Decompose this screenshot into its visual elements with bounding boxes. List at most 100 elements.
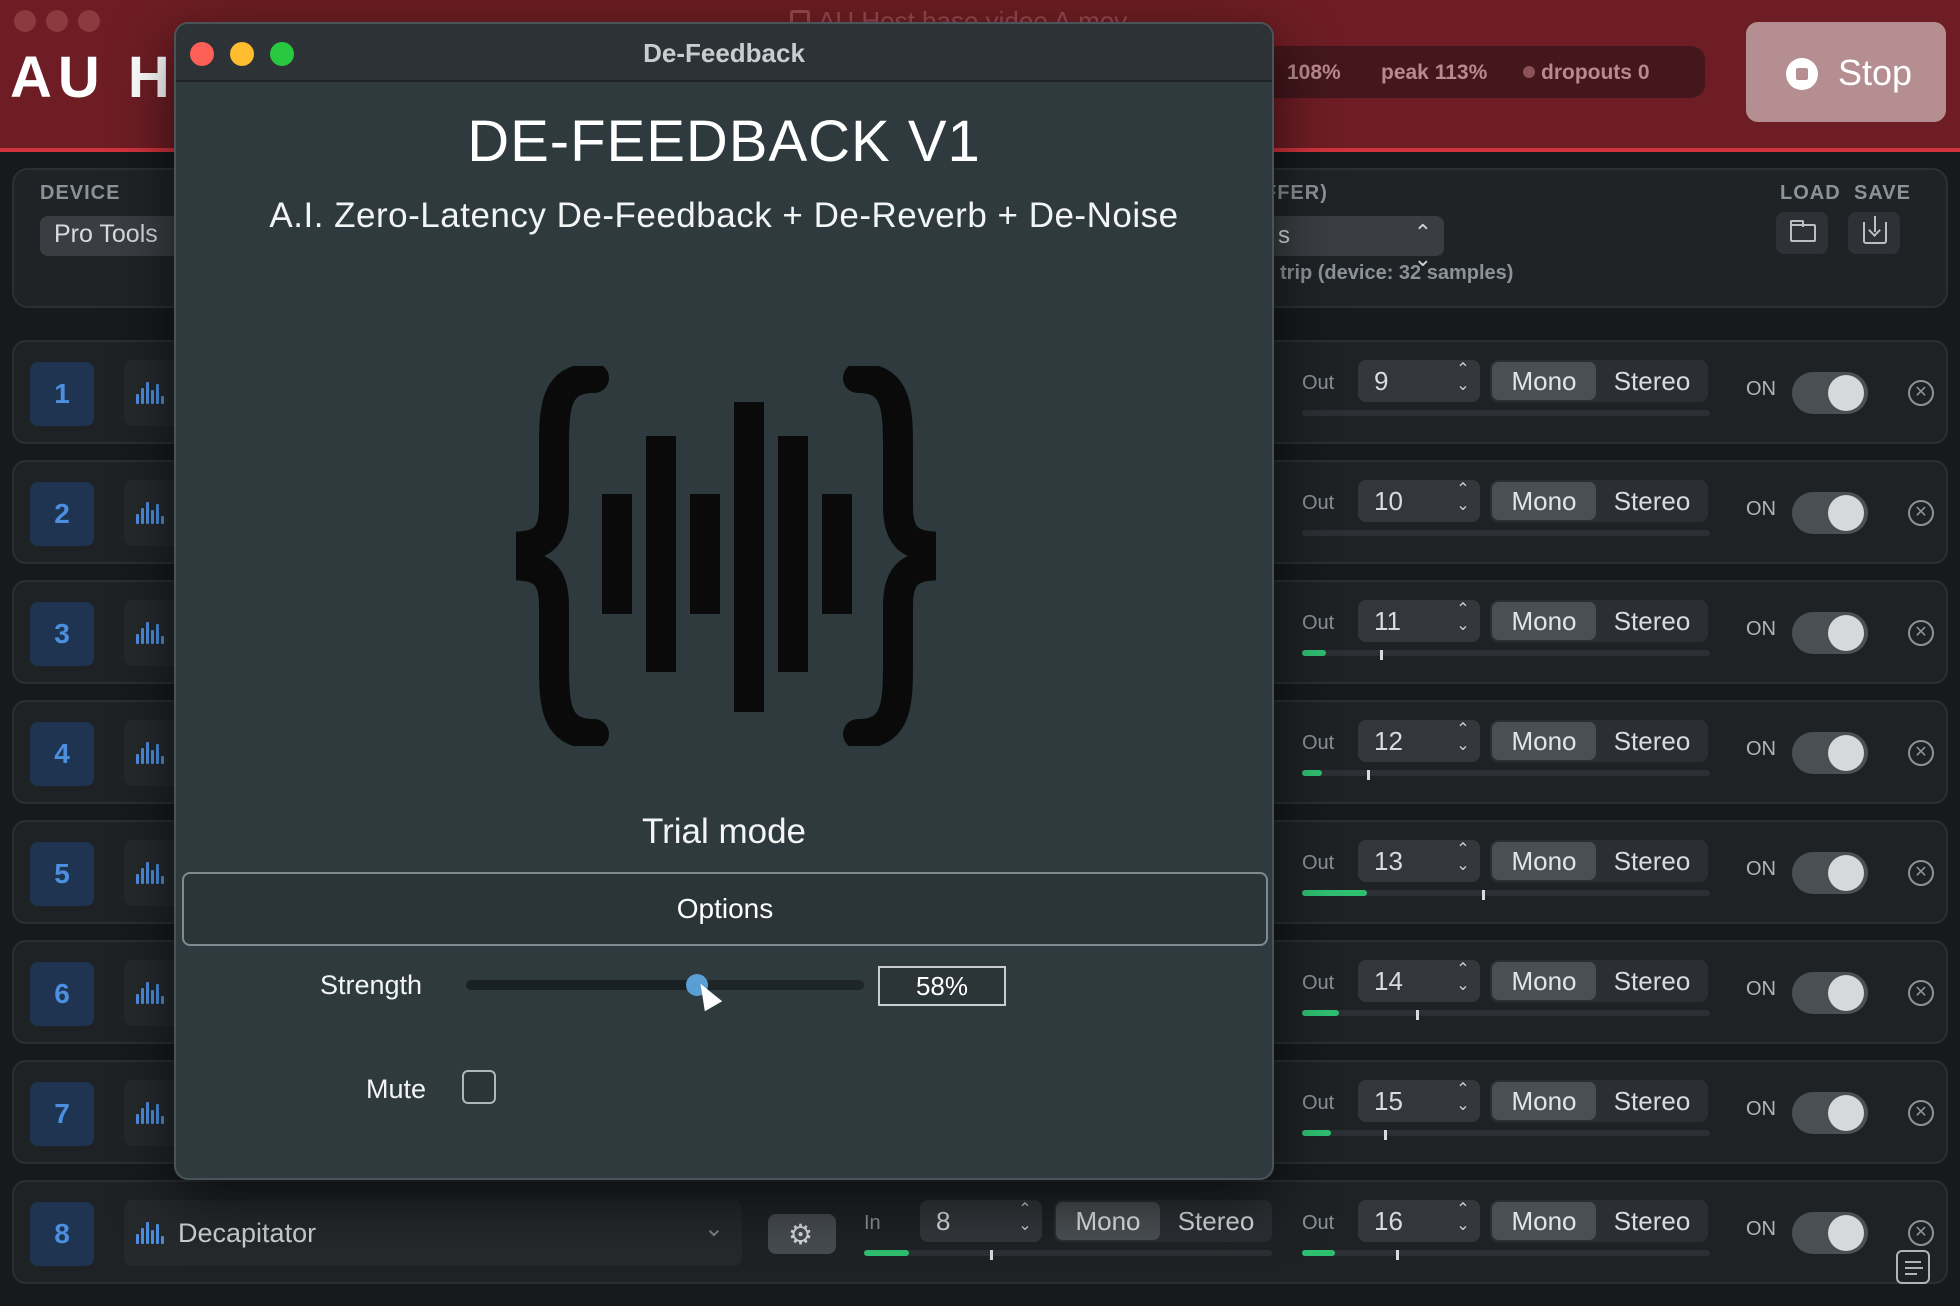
buffer-select[interactable]: s ⌃ ⌄ <box>1264 216 1444 271</box>
host-close-button[interactable] <box>14 10 36 32</box>
on-label: ON <box>1746 378 1776 400</box>
live-text-icon[interactable] <box>1896 1250 1930 1284</box>
out-label: Out <box>1302 612 1335 634</box>
input-mono-button[interactable]: Mono <box>1056 1202 1160 1240</box>
output-channel-field[interactable]: 10 ⌃ ⌄ <box>1358 480 1480 522</box>
stepper-icon[interactable]: ⌃ ⌄ <box>1018 1202 1032 1234</box>
meter-fill <box>1302 770 1323 776</box>
output-channel-field[interactable]: 12 ⌃ ⌄ <box>1358 720 1480 762</box>
output-mono-button[interactable]: Mono <box>1492 602 1596 640</box>
waveform-bar <box>156 624 159 644</box>
input-stereo-button[interactable]: Stereo <box>1164 1202 1268 1240</box>
waveform-bar <box>156 1224 159 1244</box>
host-zoom-button[interactable] <box>78 10 100 32</box>
remove-track-button[interactable]: ✕ <box>1908 1100 1934 1126</box>
plugin-titlebar[interactable]: De-Feedback <box>176 24 1272 82</box>
output-mono-button[interactable]: Mono <box>1492 482 1596 520</box>
strength-slider[interactable] <box>466 974 864 1012</box>
track-enable-toggle[interactable] <box>1792 852 1868 894</box>
mute-checkbox[interactable] <box>462 1070 496 1104</box>
remove-track-button[interactable]: ✕ <box>1908 860 1934 886</box>
remove-track-button[interactable]: ✕ <box>1908 620 1934 646</box>
meter-fill <box>1302 890 1368 896</box>
device-select[interactable]: Pro Tools <box>40 216 190 256</box>
waveform-bar <box>151 390 154 404</box>
track-enable-toggle[interactable] <box>1792 1092 1868 1134</box>
output-stereo-button[interactable]: Stereo <box>1600 362 1704 400</box>
icon-line <box>1905 1267 1923 1269</box>
load-button[interactable] <box>1776 212 1828 254</box>
waveform-bar <box>141 1228 144 1244</box>
save-button[interactable] <box>1848 212 1900 254</box>
stepper-icon[interactable]: ⌃ ⌄ <box>1456 1202 1470 1234</box>
stepper-icon[interactable]: ⌃ ⌄ <box>1456 722 1470 754</box>
waveform-bar <box>136 874 139 884</box>
output-mono-button[interactable]: Mono <box>1492 1202 1596 1240</box>
track-number: 7 <box>30 1082 94 1146</box>
options-button[interactable]: Options <box>182 872 1268 946</box>
close-circle-icon: ✕ <box>1914 1104 1928 1121</box>
roundtrip-latency: trip (device: 32 samples) <box>1280 262 1514 284</box>
track-enable-toggle[interactable] <box>1792 732 1868 774</box>
output-mono-button[interactable]: Mono <box>1492 842 1596 880</box>
gear-icon: ⚙ <box>788 1219 814 1250</box>
waveform-bar <box>136 1234 139 1244</box>
output-channel-field[interactable]: 13 ⌃ ⌄ <box>1358 840 1480 882</box>
waveform-bar <box>141 628 144 644</box>
output-mode-toggle: Mono Stereo <box>1490 1200 1708 1242</box>
stepper-icon[interactable]: ⌃ ⌄ <box>1456 362 1470 394</box>
output-mono-button[interactable]: Mono <box>1492 722 1596 760</box>
on-label: ON <box>1746 738 1776 760</box>
output-channel-field[interactable]: 14 ⌃ ⌄ <box>1358 960 1480 1002</box>
meter-peak <box>1416 1010 1420 1020</box>
track-enable-toggle[interactable] <box>1792 372 1868 414</box>
host-minimize-button[interactable] <box>46 10 68 32</box>
track-enable-toggle[interactable] <box>1792 972 1868 1014</box>
output-stereo-button[interactable]: Stereo <box>1600 1082 1704 1120</box>
output-stereo-button[interactable]: Stereo <box>1600 602 1704 640</box>
output-stereo-button[interactable]: Stereo <box>1600 842 1704 880</box>
toggle-knob <box>1828 1095 1864 1131</box>
output-stereo-button[interactable]: Stereo <box>1600 482 1704 520</box>
input-channel-field[interactable]: 8 ⌃ ⌄ <box>920 1200 1042 1242</box>
output-stereo-button[interactable]: Stereo <box>1600 962 1704 1000</box>
dropouts-indicator-icon <box>1523 66 1535 78</box>
output-mono-button[interactable]: Mono <box>1492 962 1596 1000</box>
track-number: 5 <box>30 842 94 906</box>
plugin-select[interactable]: Decapitator ⌄ <box>124 1200 742 1266</box>
stepper-icon[interactable]: ⌃ ⌄ <box>1456 962 1470 994</box>
remove-track-button[interactable]: ✕ <box>1908 500 1934 526</box>
track-enable-toggle[interactable] <box>1792 612 1868 654</box>
output-mono-button[interactable]: Mono <box>1492 1082 1596 1120</box>
stop-label: Stop <box>1838 52 1913 93</box>
stepper-icon[interactable]: ⌃ ⌄ <box>1456 482 1470 514</box>
remove-track-button[interactable]: ✕ <box>1908 740 1934 766</box>
stepper-icon[interactable]: ⌃ ⌄ <box>1456 1082 1470 1114</box>
remove-track-button[interactable]: ✕ <box>1908 380 1934 406</box>
plugin-settings-button[interactable]: ⚙ <box>768 1214 836 1254</box>
track-enable-toggle[interactable] <box>1792 1212 1868 1254</box>
remove-track-button[interactable]: ✕ <box>1908 980 1934 1006</box>
waveform-bar <box>141 388 144 404</box>
output-channel-field[interactable]: 16 ⌃ ⌄ <box>1358 1200 1480 1242</box>
waveform-icon <box>136 982 168 1006</box>
output-stereo-button[interactable]: Stereo <box>1600 722 1704 760</box>
output-channel-field[interactable]: 15 ⌃ ⌄ <box>1358 1080 1480 1122</box>
output-mono-button[interactable]: Mono <box>1492 362 1596 400</box>
meter-fill <box>1302 650 1327 656</box>
output-channel-field[interactable]: 11 ⌃ ⌄ <box>1358 600 1480 642</box>
close-circle-icon: ✕ <box>1914 984 1928 1001</box>
track-enable-toggle[interactable] <box>1792 492 1868 534</box>
output-channel-value: 12 <box>1374 726 1403 756</box>
output-channel-field[interactable]: 9 ⌃ ⌄ <box>1358 360 1480 402</box>
remove-track-button[interactable]: ✕ <box>1908 1220 1934 1246</box>
stop-button[interactable]: Stop <box>1746 22 1946 122</box>
output-stereo-button[interactable]: Stereo <box>1600 1202 1704 1240</box>
icon-line <box>1905 1273 1917 1275</box>
stepper-icon[interactable]: ⌃ ⌄ <box>1456 842 1470 874</box>
input-mode-toggle: Mono Stereo <box>1054 1200 1272 1242</box>
stepper-icon[interactable]: ⌃ ⌄ <box>1456 602 1470 634</box>
waveform-bar <box>146 982 149 1004</box>
waveform-bar <box>161 1236 164 1244</box>
strength-value-field[interactable]: 58% <box>878 966 1006 1006</box>
